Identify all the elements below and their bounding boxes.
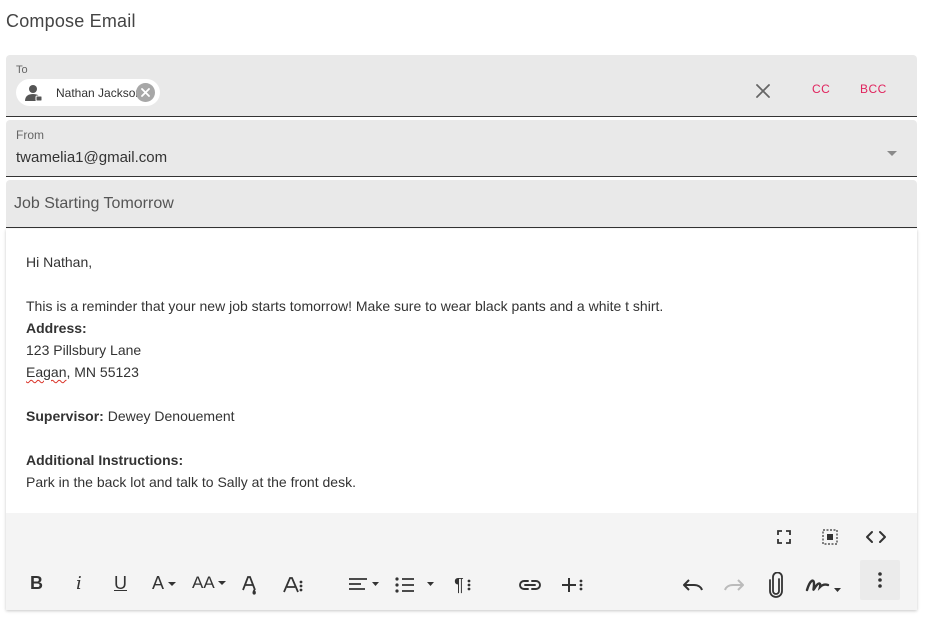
paragraph-format-label: ¶ (454, 574, 464, 595)
recipient-name: Nathan Jackson (56, 85, 143, 100)
clear-formatting-icon[interactable] (239, 573, 261, 597)
undo-icon[interactable] (681, 575, 705, 595)
signature-icon[interactable] (804, 573, 844, 597)
from-label: From (16, 128, 44, 142)
text-color-icon[interactable]: A (152, 573, 177, 594)
to-field[interactable]: To Nathan Jackson CC BCC (6, 55, 917, 117)
remove-recipient-icon[interactable] (136, 83, 155, 102)
clear-recipients-icon[interactable] (754, 82, 772, 100)
editor-bottom-toolbar: B i U A AA ¶ (6, 560, 917, 610)
text-color-label: A (152, 573, 165, 593)
subject-field[interactable]: Job Starting Tomorrow (6, 180, 917, 228)
bold-button[interactable]: B (30, 573, 43, 594)
underline-button[interactable]: U (114, 573, 127, 594)
instructions-label: Additional Instructions: (26, 452, 184, 468)
recipient-chip[interactable]: Nathan Jackson (16, 79, 160, 106)
address-rest: , MN 55123 (66, 364, 139, 380)
address-line-2: Eagan, MN 55123 (26, 361, 663, 383)
font-size-icon[interactable]: AA (192, 573, 227, 593)
instructions-value: Park in the back lot and talk to Sally a… (26, 474, 356, 490)
list-icon[interactable] (394, 575, 438, 595)
supervisor-value: Dewey Denouement (103, 408, 235, 424)
fullscreen-icon[interactable] (774, 527, 794, 547)
link-icon[interactable] (518, 575, 542, 595)
attachment-icon[interactable] (766, 571, 786, 599)
paragraph-format-icon[interactable]: ¶ (448, 573, 478, 597)
code-view-icon[interactable] (864, 527, 888, 547)
email-editor[interactable]: Hi Nathan, This is a reminder that your … (6, 229, 917, 610)
more-options-icon[interactable] (860, 560, 900, 600)
address-label: Address: (26, 320, 87, 336)
page-title: Compose Email (6, 11, 136, 31)
cc-button[interactable]: CC (812, 82, 830, 96)
address-line-1: 123 Pillsbury Lane (26, 342, 142, 358)
supervisor-line: Supervisor: Dewey Denouement (26, 405, 663, 427)
bcc-button[interactable]: BCC (860, 82, 887, 96)
from-value[interactable]: twamelia1@gmail.com (16, 149, 167, 166)
address-city: Eagan (26, 364, 67, 380)
person-icon (24, 83, 44, 103)
dropdown-arrow-icon[interactable] (887, 151, 897, 156)
more-text-icon[interactable] (281, 573, 305, 597)
insert-more-icon[interactable] (560, 573, 586, 597)
redo-icon[interactable] (722, 575, 746, 595)
font-size-label: AA (192, 573, 215, 592)
reminder-line: This is a reminder that your new job sta… (26, 298, 664, 314)
supervisor-label: Supervisor: (26, 408, 104, 424)
select-all-icon[interactable] (820, 527, 840, 547)
greeting-line: Hi Nathan, (26, 254, 93, 270)
editor-top-toolbar (6, 513, 917, 560)
to-label: To (16, 64, 28, 76)
from-field[interactable]: From twamelia1@gmail.com (6, 120, 917, 177)
align-icon[interactable] (346, 575, 382, 595)
italic-button[interactable]: i (76, 573, 82, 594)
email-body[interactable]: Hi Nathan, This is a reminder that your … (26, 251, 663, 493)
subject-input[interactable]: Job Starting Tomorrow (14, 195, 174, 213)
